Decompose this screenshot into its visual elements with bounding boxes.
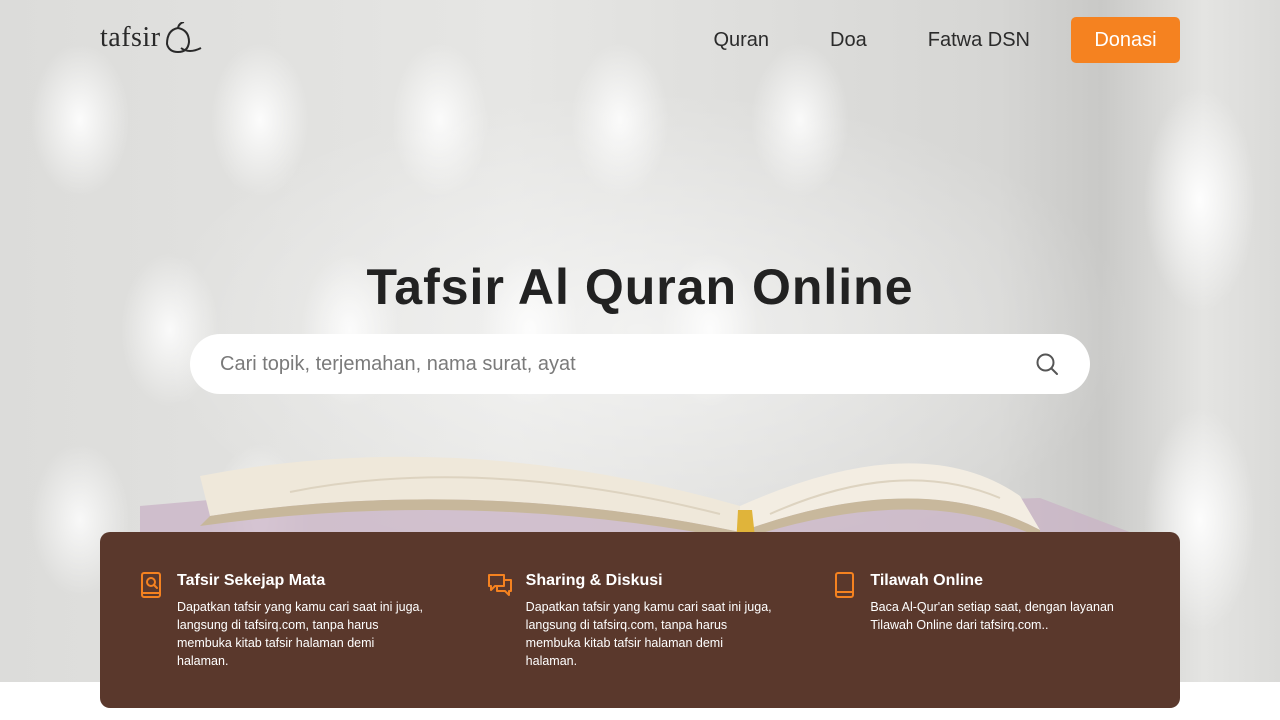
- main-nav: Quran Doa Fatwa DSN Donasi: [713, 17, 1180, 63]
- site-logo[interactable]: tafsir: [100, 22, 203, 54]
- book-icon: [835, 572, 855, 598]
- search-input[interactable]: [190, 334, 1035, 394]
- page-title: Tafsir Al Quran Online: [366, 259, 914, 315]
- chat-bubbles-icon: [487, 574, 512, 596]
- logo-text: tafsir: [100, 22, 161, 53]
- feature-title: Tafsir Sekejap Mata: [177, 572, 326, 589]
- feature-sharing-diskusi: Sharing & Diskusi Dapatkan tafsir yang k…: [487, 571, 834, 708]
- donate-button[interactable]: Donasi: [1071, 17, 1180, 63]
- nav-fatwa-dsn[interactable]: Fatwa DSN: [928, 17, 1030, 63]
- features-panel: Tafsir Sekejap Mata Dapatkan tafsir yang…: [100, 532, 1180, 708]
- feature-description: Baca Al-Qur'an setiap saat, dengan layan…: [870, 600, 1114, 632]
- feature-tilawah-online: Tilawah Online Baca Al-Qur'an setiap saa…: [833, 571, 1180, 708]
- feature-description: Dapatkan tafsir yang kamu cari saat ini …: [525, 600, 772, 668]
- book-search-icon: [141, 572, 161, 598]
- search-bar: [190, 334, 1090, 394]
- feature-title: Sharing & Diskusi: [525, 572, 663, 589]
- feature-tafsir-sekejap-mata: Tafsir Sekejap Mata Dapatkan tafsir yang…: [140, 571, 487, 708]
- nav-quran[interactable]: Quran: [713, 17, 769, 63]
- search-icon[interactable]: [1035, 352, 1059, 376]
- feature-description: Dapatkan tafsir yang kamu cari saat ini …: [177, 600, 423, 668]
- logo-q-mark: [165, 22, 201, 54]
- open-book-image: [140, 456, 1140, 546]
- nav-doa[interactable]: Doa: [830, 17, 867, 63]
- feature-title: Tilawah Online: [870, 572, 983, 589]
